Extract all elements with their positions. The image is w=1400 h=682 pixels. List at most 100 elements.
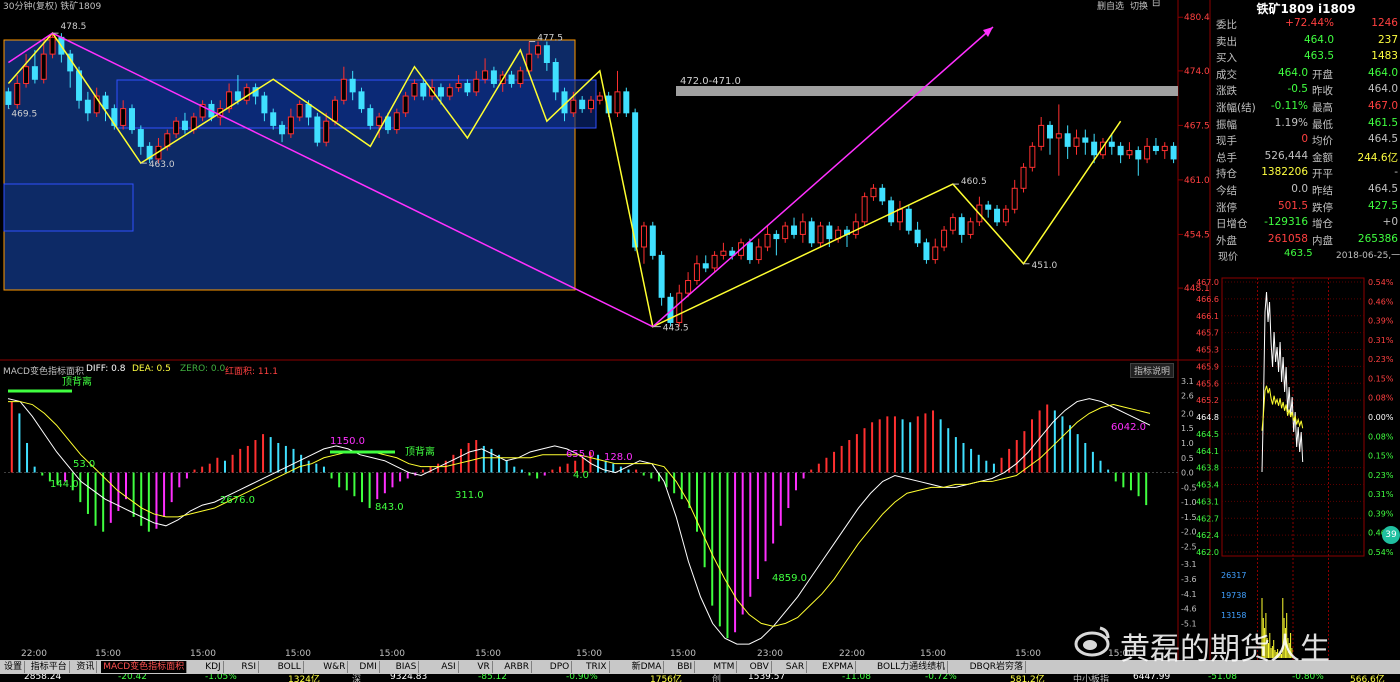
candle-body xyxy=(905,208,912,231)
candle-body xyxy=(746,242,753,261)
resistance-label: 472.0-471.0 xyxy=(680,76,741,87)
candle-body xyxy=(1011,187,1018,210)
indicator-tab[interactable]: 设置 xyxy=(2,661,26,673)
y-tick-label: 467.5 xyxy=(1184,121,1210,131)
quote-row: 现手 0 均价 464.5 xyxy=(1212,132,1400,148)
candle-body xyxy=(570,99,577,114)
quote-value: 501.5 xyxy=(1277,199,1308,212)
indicator-tab[interactable]: RSI xyxy=(239,661,260,673)
macd-y-tick: -1.0 xyxy=(1181,498,1197,507)
indicator-tab[interactable]: SAR xyxy=(784,661,808,673)
weibo-logo xyxy=(1074,626,1110,657)
candle-body xyxy=(1126,150,1133,156)
indicator-tab[interactable]: TRIX xyxy=(584,661,610,673)
quote-label: 卖出 xyxy=(1216,35,1237,48)
quote-value-2: 464.5 xyxy=(1367,133,1398,146)
resistance-band xyxy=(676,86,1178,96)
quote-label-2: 跌停 xyxy=(1312,201,1333,214)
indicator-tab[interactable]: ARBR xyxy=(502,661,533,673)
indicator-tab[interactable]: DPO xyxy=(548,661,573,673)
quote-row: 外盘 261058 内盘 265386 xyxy=(1212,232,1400,248)
candle-body xyxy=(84,99,91,114)
quote-value-2: 265386 xyxy=(1357,232,1398,245)
indicator-tab[interactable]: MACD变色指标面积 xyxy=(101,661,188,673)
quote-row: 持仓 1382206 开平 - xyxy=(1212,165,1400,181)
quote-label: 成交 xyxy=(1216,68,1237,81)
indicator-tab[interactable]: DBQR岩穷落 xyxy=(968,661,1027,673)
quote-label: 总手 xyxy=(1216,151,1237,164)
indicator-tab[interactable]: BOLL xyxy=(276,661,304,673)
indicator-tab[interactable]: W&R xyxy=(321,661,349,673)
intraday-y-tick: 466.6 xyxy=(1196,295,1219,304)
intraday-pct-tick: 0.08% xyxy=(1368,394,1394,403)
arrow-head xyxy=(983,27,993,37)
indicator-tab[interactable]: ASI xyxy=(439,661,459,673)
candle-body xyxy=(128,108,135,131)
quote-row: 涨幅(结) -0.11% 最高 467.0 xyxy=(1212,99,1400,115)
intraday-y-tick: 464.5 xyxy=(1196,430,1219,439)
status-item: 创 xyxy=(712,675,722,682)
float-badge[interactable]: 39 xyxy=(1382,526,1400,544)
status-item: 1756亿 xyxy=(650,675,682,682)
indicator-tab[interactable]: KDJ xyxy=(203,661,224,673)
indicator-tab[interactable]: 指标平台 xyxy=(29,661,70,673)
candle-body xyxy=(14,82,21,105)
candle-body xyxy=(985,204,992,210)
status-item: 566.6亿 xyxy=(1350,675,1385,682)
consolidation-box xyxy=(3,39,576,291)
intraday-avg-line xyxy=(1261,385,1304,431)
chart-canvas[interactable]: 480.4474.0467.5461.0454.5448.1478.5469.5… xyxy=(0,0,1400,682)
window-icon[interactable]: ⊟ xyxy=(1152,0,1160,9)
realtime-label: 现价 xyxy=(1218,252,1238,263)
switch-button[interactable]: 切换 xyxy=(1130,0,1148,12)
indicator-tab[interactable]: OBV xyxy=(748,661,772,673)
macd-y-tick: -3.6 xyxy=(1181,575,1197,584)
quote-value: -0.11% xyxy=(1270,100,1308,112)
macd-y-tick: 0.5 xyxy=(1181,454,1194,463)
candle-body xyxy=(596,95,603,101)
quote-row: 买入 463.5 1483 xyxy=(1212,49,1400,65)
quote-row: 涨跌 -0.5 昨收 464.0 xyxy=(1212,82,1400,98)
intraday-y-tick: 464.8 xyxy=(1196,413,1219,422)
indicator-tab[interactable]: EXPMA xyxy=(820,661,857,673)
candle-body xyxy=(1135,150,1142,160)
indicator-tab[interactable]: VR xyxy=(475,661,493,673)
indicator-tab[interactable]: BIAS xyxy=(394,661,420,673)
candle-body xyxy=(402,95,409,114)
indicator-tab[interactable]: BOLL力通线绩机 xyxy=(875,661,949,673)
macd-annotation: 311.0 xyxy=(455,490,484,501)
macd-annotation: 6042.0 xyxy=(1111,422,1146,433)
quote-value-2: 467.0 xyxy=(1367,100,1398,112)
x-tick-label: 15:00 xyxy=(475,649,501,659)
quote-value: 463.5 xyxy=(1303,50,1334,63)
indicator-tab[interactable]: 新DMA xyxy=(630,661,665,673)
candle-body xyxy=(332,99,339,122)
indicator-tab[interactable]: MTM xyxy=(711,661,738,673)
indicator-tab[interactable]: DMI xyxy=(357,661,380,673)
quote-label-2: 昨结 xyxy=(1312,185,1333,197)
intraday-pct-tick: 0.23% xyxy=(1368,355,1394,364)
indicator-tab[interactable]: 资讯 xyxy=(74,661,98,673)
candle-body xyxy=(464,82,471,93)
intraday-pct-tick: 0.31% xyxy=(1368,490,1394,499)
candle-body xyxy=(420,82,427,97)
candle-body xyxy=(923,242,930,261)
candle-body xyxy=(120,108,127,126)
intraday-pct-tick: 0.00% xyxy=(1368,413,1394,422)
candle-body xyxy=(1055,133,1062,139)
macd-annotation: 4859.0 xyxy=(772,573,807,584)
candle-body xyxy=(437,87,444,97)
candle-body xyxy=(358,91,365,110)
favorite-button[interactable]: 删自选 xyxy=(1097,0,1124,12)
quote-label-2: 最高 xyxy=(1312,102,1333,114)
candle-body xyxy=(270,112,277,126)
y-tick-label: 480.4 xyxy=(1184,13,1210,23)
candle-body xyxy=(137,129,144,147)
indicator-help-button[interactable]: 指标说明 xyxy=(1130,363,1175,378)
price-annotation: 478.5 xyxy=(61,22,87,32)
quote-label-2: 内盘 xyxy=(1312,234,1333,247)
x-tick-label: 15:00 xyxy=(670,649,696,659)
quote-label: 买入 xyxy=(1216,52,1237,65)
indicator-tab[interactable]: BBI xyxy=(675,661,696,673)
quote-volume: 1246 xyxy=(1371,17,1398,29)
